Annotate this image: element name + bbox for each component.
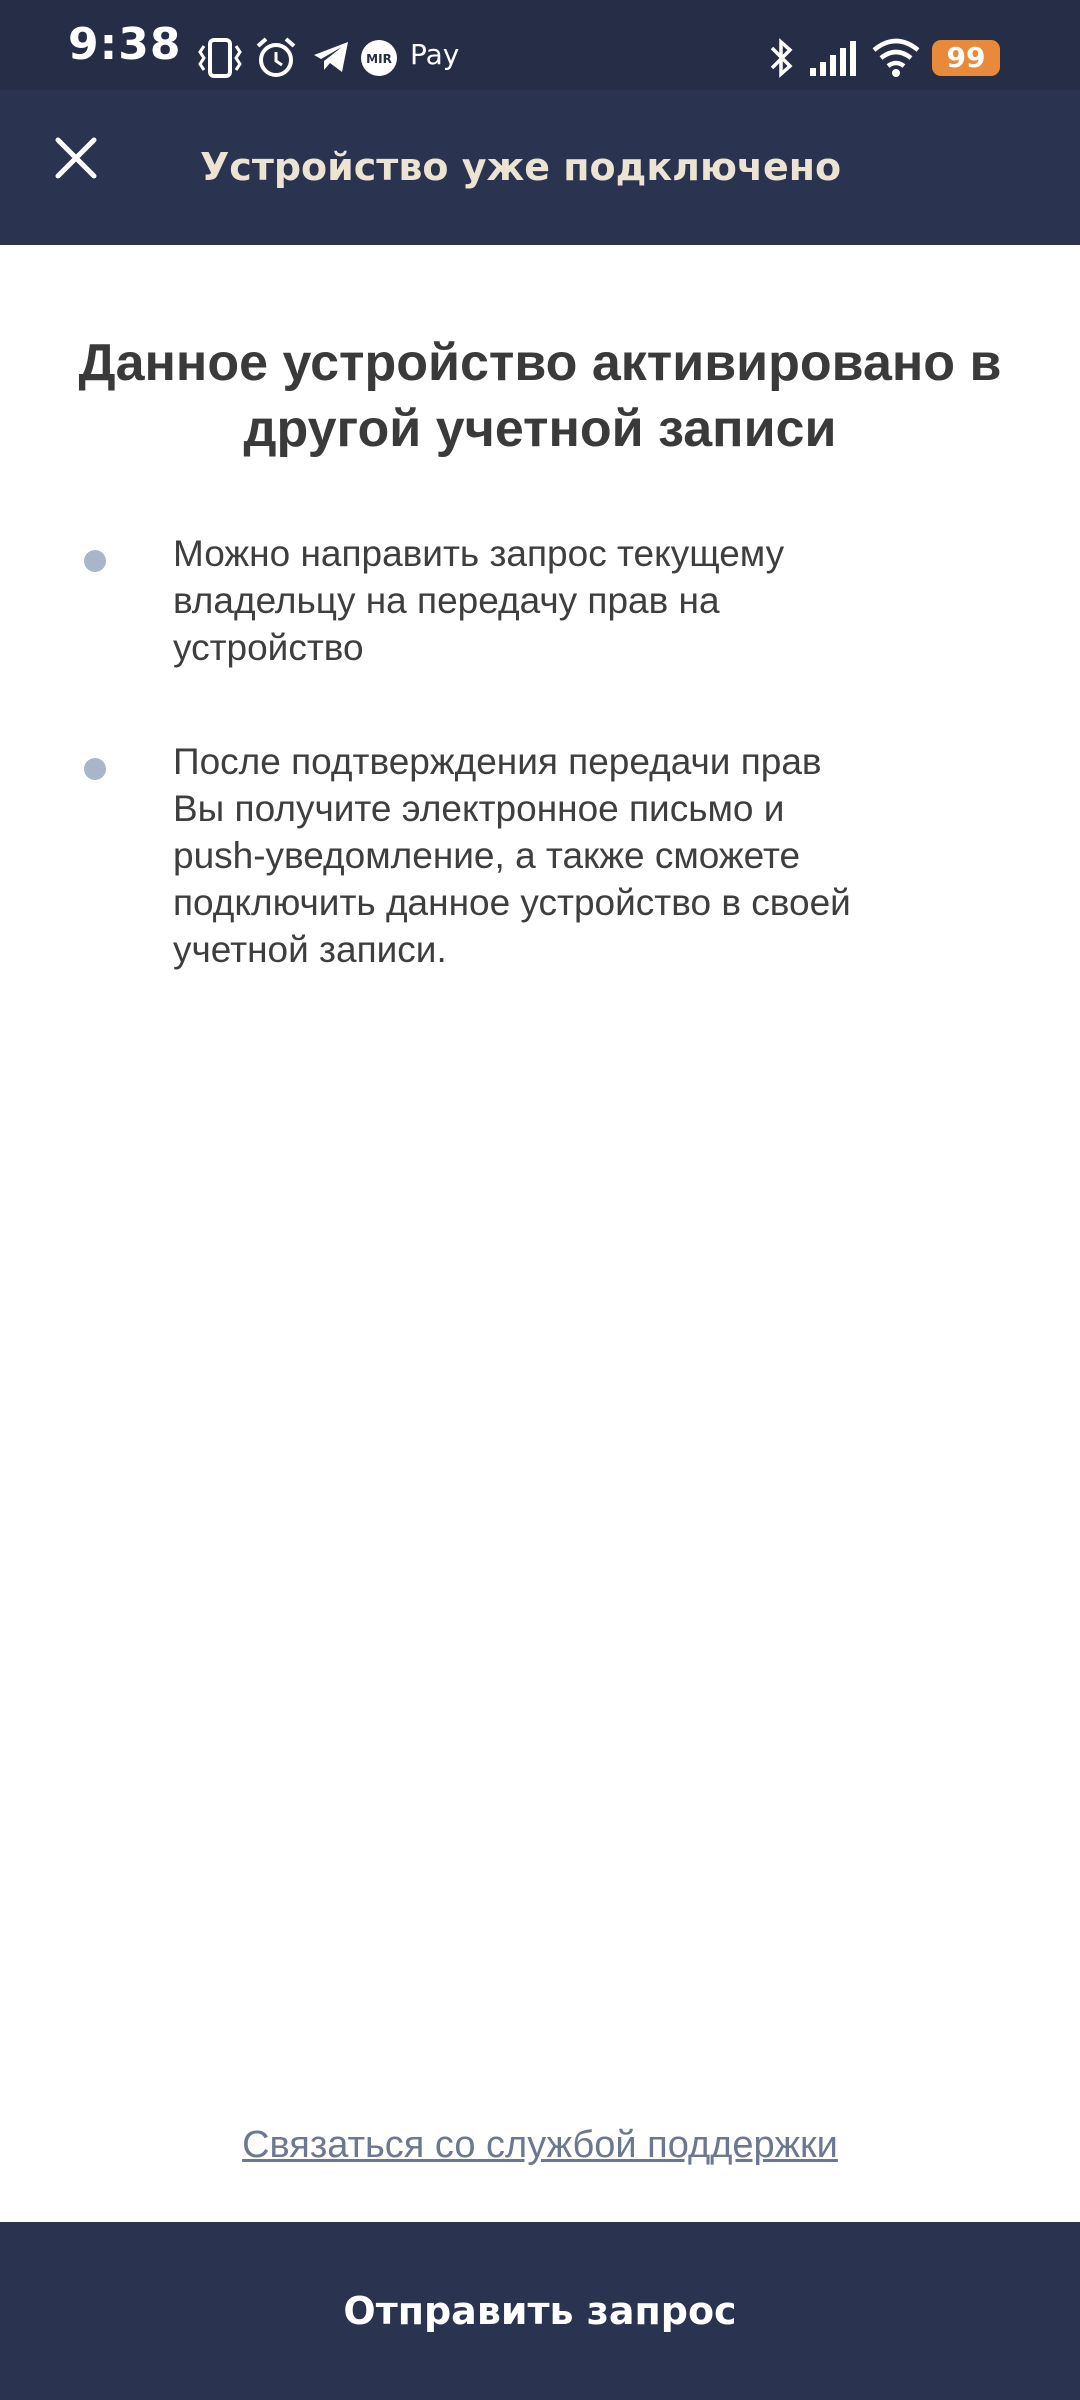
close-button[interactable] xyxy=(40,122,112,194)
app-bar: Устройство уже подключено xyxy=(0,90,1080,245)
status-time: 9:38 xyxy=(68,19,182,70)
vibrate-icon xyxy=(198,38,242,78)
status-bar: 9:38 MIR Pay 99 xyxy=(0,0,1080,90)
battery-level: 99 xyxy=(946,41,986,74)
mir-label: MIR xyxy=(366,52,392,66)
send-request-button[interactable]: Отправить запрос xyxy=(0,2222,1080,2400)
close-icon xyxy=(55,137,97,179)
bullet-icon xyxy=(84,758,106,780)
wifi-icon xyxy=(872,38,920,77)
battery-icon: 99 xyxy=(932,40,1000,76)
bluetooth-icon xyxy=(770,38,793,78)
bullet-icon xyxy=(84,550,106,572)
main-heading: Данное устройство активировано в другой … xyxy=(78,334,1002,458)
pay-label: Pay xyxy=(410,38,460,71)
alarm-icon xyxy=(256,37,296,77)
send-request-label: Отправить запрос xyxy=(343,2289,737,2333)
bullet-text: Можно направить запрос текущему владельц… xyxy=(173,533,785,668)
telegram-icon xyxy=(314,42,348,72)
support-link[interactable]: Связаться со службой поддержки xyxy=(0,2115,1080,2175)
bullet-text: После подтверждения передачи прав Вы пол… xyxy=(173,741,851,970)
mir-pay-icon: MIR xyxy=(361,40,397,76)
signal-icon xyxy=(810,41,856,76)
page-title: Устройство уже подключено xyxy=(200,145,842,189)
